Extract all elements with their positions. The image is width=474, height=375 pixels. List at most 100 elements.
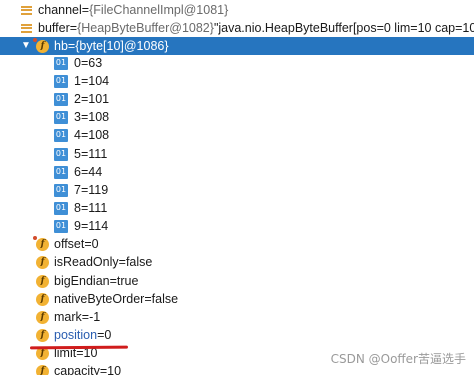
field-icon: f (33, 37, 49, 53)
element-value: 44 (88, 165, 103, 179)
tree-row-position[interactable]: f position = 0 (0, 326, 474, 344)
variable-value: false (125, 255, 153, 269)
equals-sign: = (80, 56, 89, 70)
list-icon (20, 4, 33, 17)
equals-sign: = (81, 310, 90, 324)
variable-name: mark (54, 310, 82, 324)
field-icon: f (33, 235, 49, 251)
tree-row-hb[interactable]: ▼ f hb = {byte[10]@1086} (0, 37, 474, 55)
field-icon: f (36, 364, 49, 375)
primitive-element-icon: 01 (54, 74, 68, 88)
equals-sign: = (97, 328, 105, 342)
element-value: 108 (88, 110, 110, 124)
element-value: 119 (88, 183, 109, 197)
element-index: 2 (74, 92, 81, 106)
tree-row-element-0[interactable]: 01 0 = 63 (0, 54, 474, 72)
primitive-element-icon: 01 (54, 128, 68, 142)
equals-sign: = (99, 364, 108, 375)
equals-sign: = (118, 255, 126, 269)
equals-sign: = (84, 237, 92, 251)
tree-row-element-6[interactable]: 01 6 = 44 (0, 163, 474, 181)
equals-sign: = (80, 165, 89, 179)
variable-name: channel (38, 3, 82, 17)
field-icon: f (36, 328, 49, 342)
element-value: 104 (88, 74, 110, 88)
tree-row-element-8[interactable]: 01 8 = 111 (0, 199, 474, 217)
tree-row-isReadOnly[interactable]: f isReadOnly = false (0, 253, 474, 271)
element-index: 1 (74, 74, 81, 88)
equals-sign: = (80, 147, 89, 161)
variable-value: 0 (104, 328, 112, 342)
field-icon: f (36, 274, 49, 288)
variable-name: hb (54, 39, 68, 53)
equals-sign: = (81, 3, 90, 17)
variable-type: {HeapByteBuffer@1082} (77, 21, 214, 35)
primitive-element-icon: 01 (54, 165, 68, 179)
element-index: 8 (74, 201, 81, 215)
element-value: 114 (88, 219, 109, 233)
equals-sign: = (69, 21, 78, 35)
variable-value: -1 (89, 310, 101, 324)
element-index: 5 (74, 147, 81, 161)
variable-name: offset (54, 237, 85, 251)
tree-row-element-1[interactable]: 01 1 = 104 (0, 72, 474, 90)
element-index: 6 (74, 165, 81, 179)
list-icon (20, 22, 33, 35)
element-value: 111 (88, 201, 108, 215)
tree-row-offset[interactable]: f offset = 0 (0, 235, 474, 253)
tree-row-element-3[interactable]: 01 3 = 108 (0, 108, 474, 126)
tree-row-nativeByteOrder[interactable]: f nativeByteOrder = false (0, 290, 474, 308)
equals-sign: = (80, 183, 89, 197)
variable-name: position (54, 328, 98, 342)
primitive-element-icon: 01 (54, 56, 68, 70)
element-value: 63 (88, 56, 103, 70)
expand-arrow-icon[interactable]: ▼ (20, 37, 32, 55)
equals-sign: = (80, 201, 89, 215)
tree-row-element-5[interactable]: 01 5 = 111 (0, 145, 474, 163)
watermark: CSDN @Ooffer苦逼选手 (330, 352, 466, 366)
variable-name: buffer (38, 21, 70, 35)
equals-sign: = (109, 274, 117, 288)
element-value: 111 (88, 147, 108, 161)
equals-sign: = (80, 110, 89, 124)
element-index: 0 (74, 56, 81, 70)
variable-name: nativeByteOrder (54, 292, 145, 306)
primitive-element-icon: 01 (54, 110, 68, 124)
variable-name: bigEndian (54, 274, 110, 288)
equals-sign: = (80, 219, 89, 233)
debugger-variables-tree: channel = {FileChannelImpl@1081} buffer … (0, 0, 474, 375)
variable-value: true (116, 274, 139, 288)
tree-row-element-9[interactable]: 01 9 = 114 (0, 217, 474, 235)
primitive-element-icon: 01 (54, 147, 68, 161)
variable-value: "java.nio.HeapByteBuffer[pos=0 lim=10 ca… (213, 21, 474, 35)
element-index: 4 (74, 128, 81, 142)
primitive-element-icon: 01 (54, 201, 68, 215)
equals-sign: = (67, 39, 76, 53)
primitive-element-icon: 01 (54, 219, 68, 233)
primitive-element-icon: 01 (54, 92, 68, 106)
element-index: 9 (74, 219, 81, 233)
element-index: 3 (74, 110, 81, 124)
variable-name: capacity (54, 364, 100, 375)
field-icon: f (36, 310, 49, 324)
element-value: 101 (88, 92, 110, 106)
tree-row-bigEndian[interactable]: f bigEndian = true (0, 272, 474, 290)
tree-row-mark[interactable]: f mark = -1 (0, 308, 474, 326)
variable-value: 0 (91, 237, 99, 251)
equals-sign: = (80, 128, 89, 142)
variable-type: {byte[10]@1086} (75, 39, 169, 53)
element-index: 7 (74, 183, 81, 197)
variable-value: 10 (107, 364, 122, 375)
equals-sign: = (144, 292, 152, 306)
equals-sign: = (80, 92, 89, 106)
element-value: 108 (88, 128, 110, 142)
primitive-element-icon: 01 (54, 183, 68, 197)
tree-row-element-2[interactable]: 01 2 = 101 (0, 90, 474, 108)
tree-row-channel[interactable]: channel = {FileChannelImpl@1081} (0, 1, 474, 19)
tree-row-element-4[interactable]: 01 4 = 108 (0, 126, 474, 144)
equals-sign: = (80, 74, 89, 88)
field-icon: f (36, 292, 49, 306)
tree-row-buffer[interactable]: buffer = {HeapByteBuffer@1082} "java.nio… (0, 19, 474, 37)
variable-value: false (151, 292, 179, 306)
tree-row-element-7[interactable]: 01 7 = 119 (0, 181, 474, 199)
